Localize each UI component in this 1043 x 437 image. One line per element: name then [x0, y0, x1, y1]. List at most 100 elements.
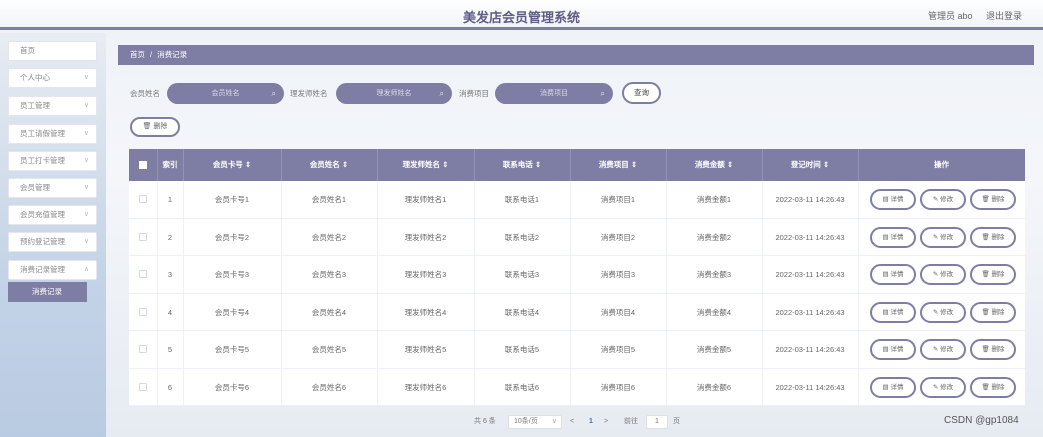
detail-icon: ▤	[882, 271, 889, 278]
member-name-input[interactable]: 会员姓名 ⌕	[167, 83, 284, 104]
detail-button[interactable]: ▤ 详情	[870, 264, 916, 285]
row-delete-button[interactable]: 🗑 删除	[970, 264, 1016, 285]
header-index: 索引	[162, 160, 178, 169]
page-number-current[interactable]: 1	[584, 414, 598, 430]
cell-name: 会员姓名6	[311, 382, 347, 392]
admin-label: 管理员 abo	[928, 11, 973, 21]
detail-button[interactable]: ▤ 详情	[870, 226, 916, 248]
edit-button[interactable]: ✎ 修改	[920, 376, 966, 398]
cell-stylist: 理发师姓名3	[404, 270, 447, 279]
row-delete-button[interactable]: 🗑 删除	[970, 339, 1016, 360]
header-register-time[interactable]: 登记时间 ⇕	[762, 149, 858, 181]
edit-button[interactable]: ✎ 修改	[920, 189, 966, 210]
sidebar-item-staff[interactable]: 员工管理 ∨	[8, 96, 97, 116]
cell-time: 2022-03-11 14:26:43	[775, 270, 845, 279]
row-checkbox[interactable]	[139, 307, 147, 316]
row-checkbox[interactable]	[139, 232, 147, 241]
sidebar-item-members[interactable]: 会员管理 ∨	[8, 178, 97, 198]
cell-time: 2022-03-11 14:26:43	[775, 307, 845, 317]
sidebar-item-label: 预约登记管理	[20, 237, 65, 246]
breadcrumb-current: 消费记录	[157, 50, 188, 59]
sidebar-item-attendance[interactable]: 员工打卡管理 ∨	[8, 151, 97, 171]
cell-phone: 联系电话5	[504, 345, 540, 354]
detail-label: 详情	[890, 346, 904, 353]
stylist-name-input[interactable]: 理发师姓名 ⌕	[336, 83, 452, 104]
sidebar-item-label: 首页	[20, 46, 35, 55]
cell-item: 消费项目4	[600, 307, 636, 317]
row-delete-button[interactable]: 🗑 删除	[970, 226, 1016, 248]
sidebar-item-profile[interactable]: 个人中心 ∨	[8, 68, 97, 88]
breadcrumb-home[interactable]: 首页	[130, 50, 145, 59]
header-consumption-item[interactable]: 消费项目 ⇕	[570, 149, 666, 181]
edit-button[interactable]: ✎ 修改	[920, 226, 966, 248]
edit-button[interactable]: ✎ 修改	[920, 339, 966, 360]
sidebar-item-label: 员工管理	[20, 101, 50, 110]
logout-link[interactable]: 退出登录	[986, 9, 1022, 22]
row-checkbox[interactable]	[139, 345, 147, 353]
app-title: 美发店会员管理系统	[462, 10, 580, 25]
next-page-button[interactable]: >	[604, 414, 608, 430]
cell-index: 3	[167, 270, 173, 279]
column-divider	[858, 293, 859, 331]
goto-page-input[interactable]: 1	[646, 415, 668, 429]
detail-button[interactable]: ▤ 详情	[870, 189, 916, 210]
column-divider	[858, 331, 859, 368]
edit-button[interactable]: ✎ 修改	[920, 264, 966, 285]
batch-delete-button[interactable]: 🗑 删除	[130, 117, 180, 137]
row-delete-button[interactable]: 🗑 删除	[970, 376, 1016, 398]
table-row: 1 会员卡号1 会员姓名1 理发师姓名1 联系电话1 消费项目1 消费金额1 2022-03-…	[129, 181, 1025, 219]
detail-button[interactable]: ▤ 详情	[870, 301, 916, 323]
sidebar-item-booking[interactable]: 预约登记管理 ∨	[8, 232, 97, 252]
chevron-down-icon: ∨	[83, 74, 89, 81]
prev-page-button[interactable]: <	[570, 414, 574, 430]
header-member-name[interactable]: 会员姓名 ⇕	[281, 149, 377, 181]
page-size-select[interactable]: 10条/页 ∨	[508, 415, 562, 429]
row-checkbox[interactable]	[139, 195, 147, 203]
column-divider	[858, 181, 859, 218]
cell-phone: 联系电话6	[504, 382, 540, 392]
chevron-down-icon: ∨	[83, 102, 89, 109]
row-delete-button[interactable]: 🗑 删除	[970, 301, 1016, 323]
sidebar-item-recharge[interactable]: 会员充值管理 ∨	[8, 205, 97, 225]
stylist-name-placeholder: 理发师姓名	[376, 90, 412, 97]
sidebar-item-label: 个人中心	[20, 73, 50, 82]
query-button[interactable]: 查询	[622, 82, 661, 104]
detail-button[interactable]: ▤ 详情	[870, 339, 916, 360]
select-all-checkbox[interactable]	[139, 161, 147, 169]
cell-card: 会员卡号6	[214, 382, 250, 392]
cell-card: 会员卡号5	[214, 345, 250, 354]
cell-amount: 消费金额1	[696, 195, 732, 204]
edit-icon: ✎	[932, 346, 939, 353]
chevron-down-icon: ∨	[83, 184, 89, 191]
edit-button[interactable]: ✎ 修改	[920, 301, 966, 323]
cell-item: 消费项目5	[600, 345, 636, 354]
cell-time: 2022-03-11 14:26:43	[775, 232, 845, 242]
sidebar-item-home[interactable]: 首页	[8, 41, 97, 61]
sidebar-item-label: 会员管理	[20, 183, 50, 192]
sidebar-item-consumption[interactable]: 消费记录管理 ∧	[8, 260, 97, 280]
cell-phone: 联系电话1	[504, 195, 540, 204]
row-delete-label: 删除	[991, 383, 1005, 391]
consumption-item-input[interactable]: 消费项目 ⌕	[495, 83, 613, 104]
cell-name: 会员姓名4	[311, 307, 347, 317]
cell-name: 会员姓名5	[311, 345, 347, 354]
row-delete-label: 删除	[991, 196, 1005, 203]
table-row: 3 会员卡号3 会员姓名3 理发师姓名3 联系电话3 消费项目3 消费金额3 2022-03-…	[129, 256, 1025, 294]
cell-item: 消费项目1	[600, 195, 636, 204]
sidebar-subitem-consumption-record[interactable]: 消费记录	[8, 282, 87, 302]
member-name-placeholder: 会员姓名	[211, 90, 240, 97]
sidebar-item-leave[interactable]: 员工请假管理 ∨	[8, 124, 97, 144]
row-checkbox[interactable]	[139, 270, 147, 278]
table-header: 索引 会员卡号 ⇕ 会员姓名 ⇕ 理发师姓名 ⇕ 联系电话 ⇕ 消费项目 ⇕ 消…	[129, 149, 1025, 181]
edit-icon: ✎	[932, 308, 939, 316]
detail-button[interactable]: ▤ 详情	[870, 376, 916, 398]
consumption-item-label: 消费项目	[459, 89, 489, 98]
column-divider	[858, 218, 859, 256]
header-amount[interactable]: 消费金额 ⇕	[666, 149, 762, 181]
header-stylist-name[interactable]: 理发师姓名 ⇕	[377, 149, 474, 181]
header-phone[interactable]: 联系电话 ⇕	[474, 149, 570, 181]
row-delete-button[interactable]: 🗑 删除	[970, 189, 1016, 210]
sidebar-item-label: 会员充值管理	[20, 210, 65, 219]
row-checkbox[interactable]	[139, 382, 147, 391]
header-card-number[interactable]: 会员卡号 ⇕	[183, 149, 281, 181]
